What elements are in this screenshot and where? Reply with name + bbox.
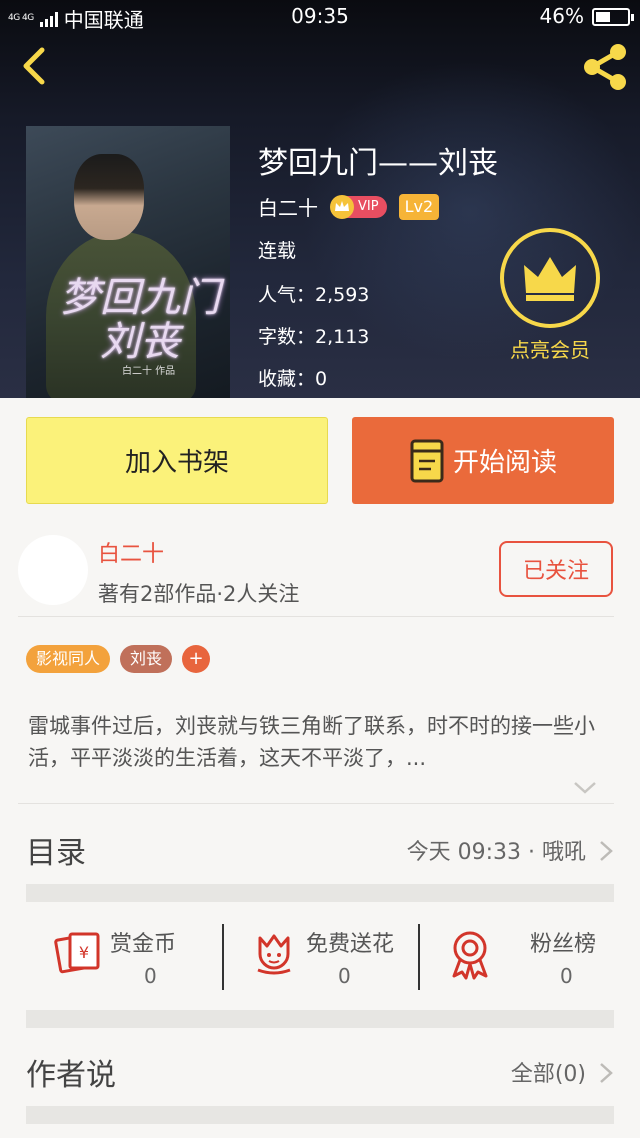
tag-item[interactable]: 影视同人 [26, 645, 111, 673]
word-count: 字数：2,113 [258, 326, 370, 348]
reward-label: 免费送花 [306, 932, 395, 957]
author-says-label: 作者说 [26, 1058, 116, 1093]
reward-flower-button[interactable]: 免费送花 0 [222, 906, 418, 1010]
rosette-icon [452, 931, 488, 980]
member-label: 点亮会员 [510, 338, 590, 362]
add-tag-button[interactable]: + [182, 645, 211, 673]
cover-title: 梦回九门 刘丧 [60, 275, 220, 365]
chevron-right-icon [600, 1063, 613, 1083]
reward-count: 0 [338, 964, 351, 988]
battery-percent: 46% [539, 4, 584, 28]
follow-label: 已关注 [522, 559, 589, 584]
chevron-left-icon [23, 47, 45, 85]
author-stats: 著有2部作品·2人关注 [98, 582, 300, 606]
battery-icon [592, 8, 634, 26]
back-button[interactable] [14, 44, 58, 88]
catalog-row[interactable]: 目录 今天 09:33 · 哦吼 [26, 818, 614, 878]
reward-fans-button[interactable]: 粉丝榜 0 [418, 906, 614, 1010]
author-line: 白二十 VIP Lv2 [258, 192, 440, 221]
author-says-row[interactable]: 作者说 全部(0) [26, 1040, 614, 1100]
crown-icon [330, 194, 354, 219]
reward-count: 0 [560, 964, 573, 988]
cover-author: 白二十 作品 [122, 366, 176, 377]
status-bar: 4G 4G 中国联通 09:35 46% [0, 0, 640, 34]
section-separator [26, 1106, 614, 1124]
favorites-count: 收藏：0 [258, 368, 328, 390]
vip-badge: VIP [330, 194, 387, 220]
member-button[interactable]: 点亮会员 [500, 228, 600, 363]
author-avatar[interactable] [18, 535, 88, 605]
author-card-name[interactable]: 白二十 [98, 536, 164, 568]
reward-count: 0 [144, 964, 157, 988]
section-separator [26, 1010, 614, 1028]
section-separator [26, 884, 614, 902]
share-icon [584, 44, 626, 90]
add-to-shelf-label: 加入书架 [124, 448, 229, 478]
book-header: 4G 4G 中国联通 09:35 46% 梦回九门 刘丧 白二十 作品 梦回九门… [0, 0, 640, 398]
start-reading-button[interactable]: 开始阅读 [352, 417, 614, 504]
reward-label: 粉丝榜 [530, 932, 597, 957]
reward-coin-button[interactable]: ¥ 赏金币 0 [26, 906, 222, 1010]
divider [18, 803, 614, 804]
book-cover[interactable]: 梦回九门 刘丧 白二十 作品 [26, 126, 230, 398]
reward-label: 赏金币 [110, 932, 177, 957]
cover-figure-head [74, 154, 144, 240]
rewards-bar: ¥ 赏金币 0 免费送花 0 粉丝榜 0 [26, 906, 614, 1010]
tag-item[interactable]: 刘丧 [120, 645, 173, 673]
popularity: 人气：2,593 [258, 284, 370, 306]
tag-list: 影视同人 刘丧 + [26, 645, 211, 673]
author-name[interactable]: 白二十 [258, 192, 318, 221]
add-to-shelf-button[interactable]: 加入书架 [26, 417, 328, 504]
divider [18, 616, 614, 617]
catalog-label: 目录 [26, 836, 86, 871]
author-says-count: 全部(0) [510, 1062, 586, 1087]
member-ring [500, 228, 600, 328]
svg-text:¥: ¥ [79, 943, 89, 962]
coin-envelope-icon: ¥ [54, 932, 100, 974]
catalog-latest: 今天 09:33 · 哦吼 [406, 840, 586, 865]
chevron-right-icon [600, 841, 613, 861]
follow-button[interactable]: 已关注 [499, 541, 613, 597]
book-title: 梦回九门——刘丧 [258, 146, 498, 181]
start-reading-label: 开始阅读 [452, 448, 557, 478]
serial-status: 连载 [258, 240, 297, 262]
crown-icon [524, 257, 576, 301]
share-button[interactable] [578, 40, 632, 94]
book-icon [410, 439, 444, 482]
flower-icon [257, 934, 291, 975]
chevron-down-icon[interactable] [572, 778, 598, 796]
level-badge: Lv2 [398, 193, 440, 220]
book-summary[interactable]: 雷城事件过后，刘丧就与铁三角断了联系，时不时的接一些小活，平平淡淡的生活着，这天… [28, 710, 614, 774]
